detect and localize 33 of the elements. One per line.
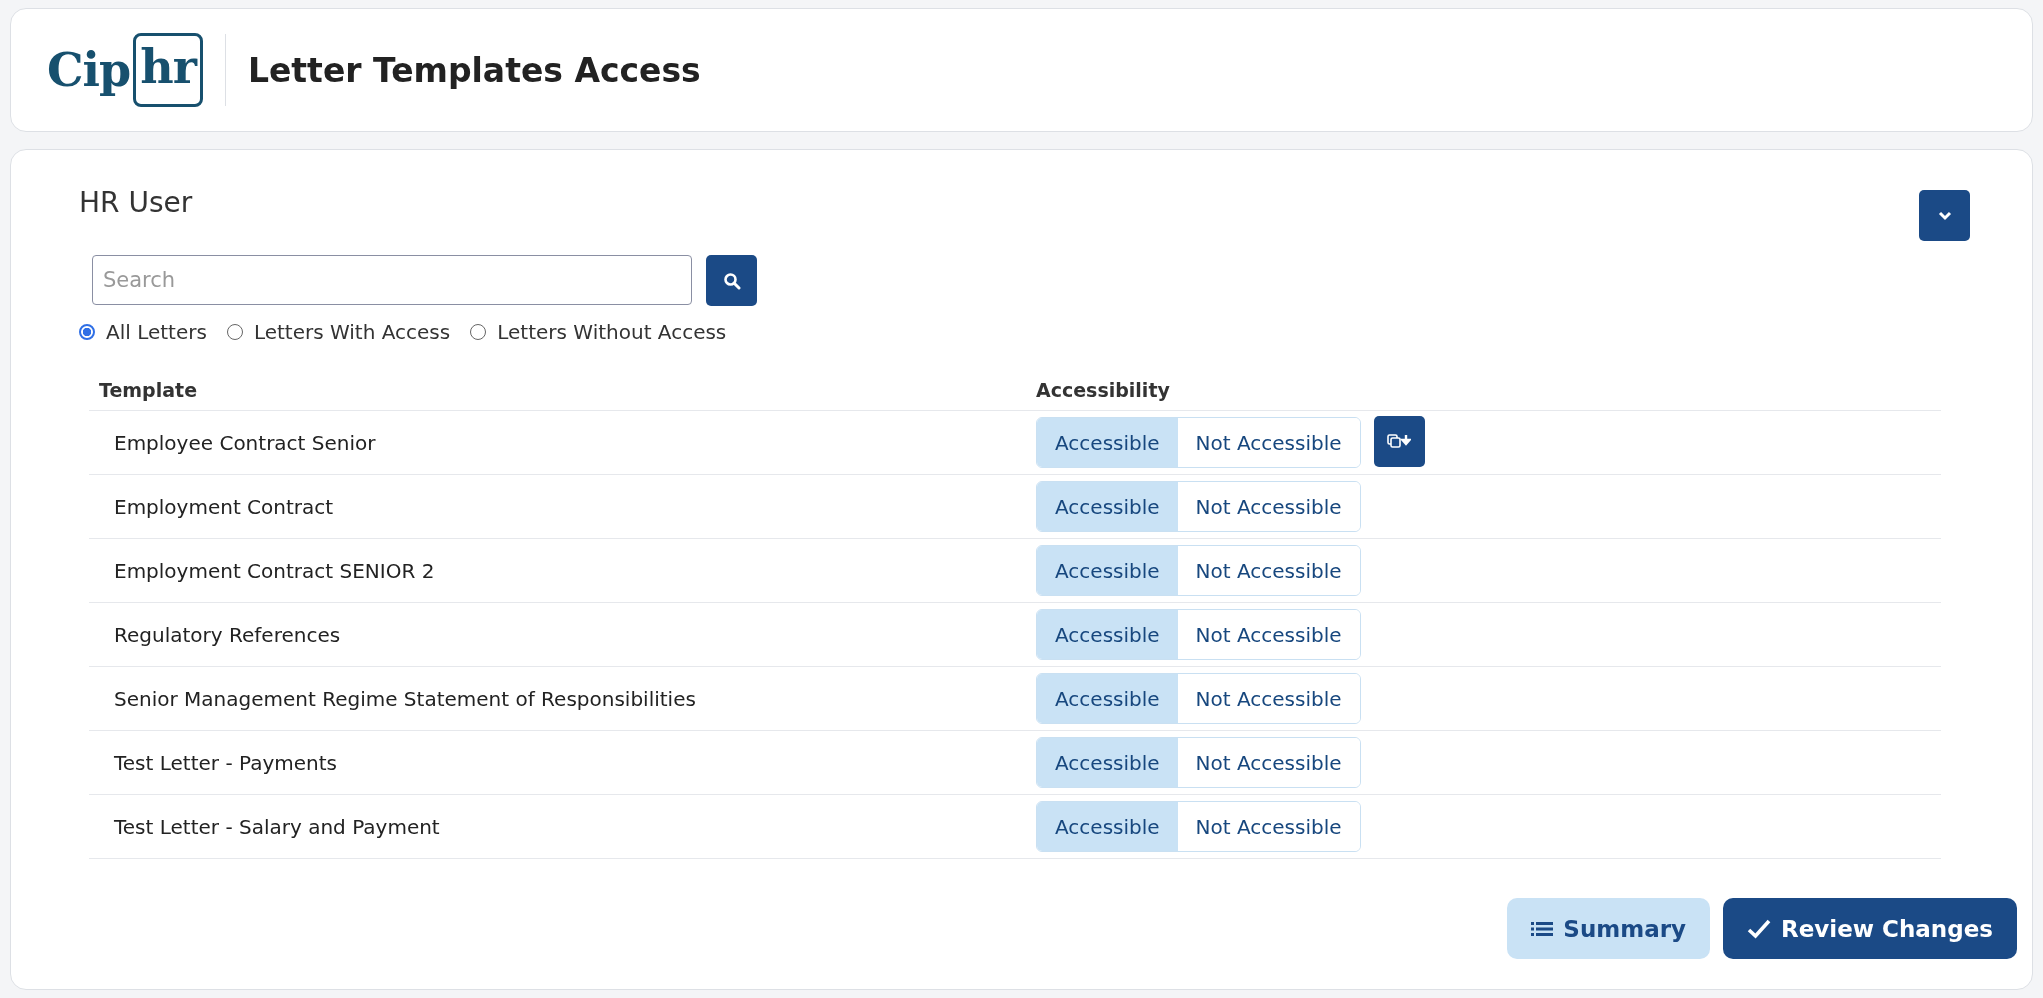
copy-down-icon bbox=[1387, 433, 1412, 450]
template-name: Employee Contract Senior bbox=[113, 430, 377, 455]
logo: Cip hr bbox=[47, 33, 203, 107]
toggle-option[interactable]: Accessible bbox=[1037, 418, 1178, 467]
filter-radio[interactable]: All Letters bbox=[79, 320, 207, 344]
checkmark-icon bbox=[1747, 918, 1772, 939]
page-title: Letter Templates Access bbox=[247, 50, 701, 90]
template-name: Employment Contract bbox=[113, 494, 335, 519]
search-button[interactable] bbox=[706, 255, 757, 306]
filter-radio[interactable]: Letters With Access bbox=[226, 320, 451, 344]
template-name: Regulatory References bbox=[113, 622, 342, 647]
copy-button[interactable] bbox=[1373, 416, 1425, 467]
toggle-option[interactable]: Accessible bbox=[1037, 610, 1178, 659]
toggle-option[interactable]: Accessible bbox=[1037, 482, 1178, 531]
column-header: Accessibility bbox=[1036, 379, 1170, 401]
template-name: Senior Management Regime Statement of Responsibilities bbox=[113, 686, 697, 711]
summary-button[interactable]: Summary bbox=[1507, 898, 1711, 959]
toggle-option[interactable]: Accessible bbox=[1037, 802, 1178, 851]
template-name: Test Letter - Salary and Payment bbox=[113, 814, 441, 839]
template-name: Employment Contract SENIOR 2 bbox=[113, 558, 436, 583]
filter-radio[interactable]: Letters Without Access bbox=[470, 320, 727, 344]
search-field[interactable]: Search bbox=[92, 255, 692, 305]
column-header: Template bbox=[98, 379, 199, 401]
toggle-option[interactable]: Accessible bbox=[1037, 674, 1178, 723]
toggle-option[interactable]: Accessible bbox=[1037, 738, 1178, 787]
section-title: HR User bbox=[79, 186, 193, 219]
expand-button[interactable] bbox=[1919, 190, 1970, 241]
chevron-icon bbox=[1937, 210, 1952, 221]
search-icon bbox=[722, 271, 741, 290]
review-changes-button[interactable]: Review Changes bbox=[1723, 898, 2017, 959]
toggle-option[interactable]: Accessible bbox=[1037, 546, 1178, 595]
template-name: Test Letter - Payments bbox=[113, 750, 338, 775]
list-icon bbox=[1531, 920, 1554, 937]
